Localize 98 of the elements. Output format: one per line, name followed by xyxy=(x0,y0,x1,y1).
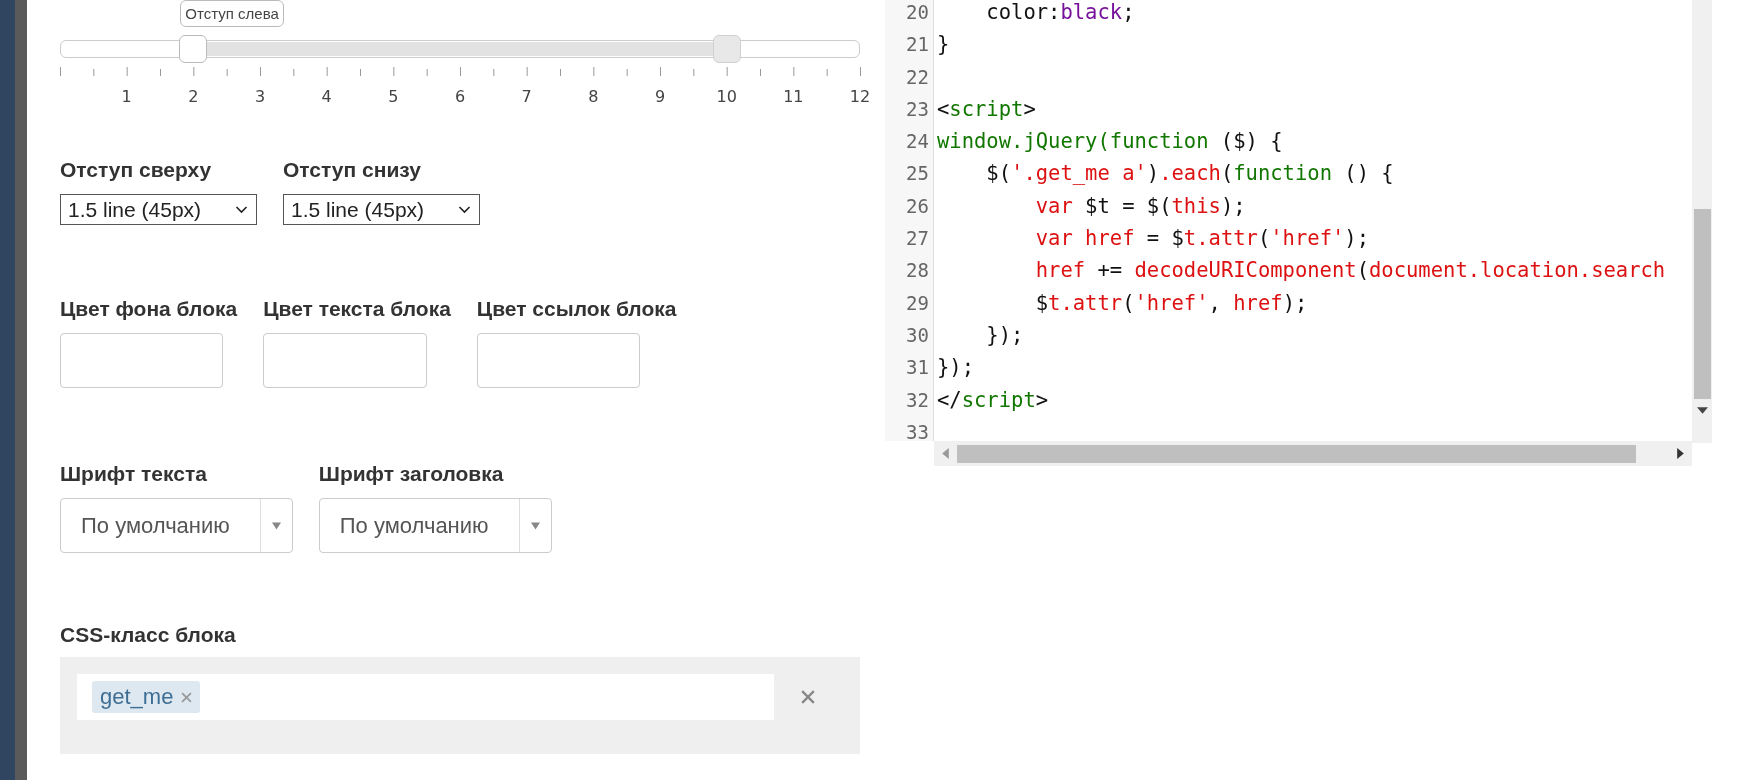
color-input-field[interactable] xyxy=(60,333,223,388)
tick-label: 4 xyxy=(321,87,332,106)
clear-icon[interactable] xyxy=(801,690,815,704)
tick-mark xyxy=(860,66,861,77)
tick-mark xyxy=(460,66,461,77)
code-line: $t.attr('href', href); xyxy=(1034,289,1309,317)
field-label: Цвет фона блока xyxy=(60,297,238,321)
tick-label: 2 xyxy=(188,87,199,106)
scrollbar-thumb[interactable] xyxy=(957,444,1636,463)
code-line: window.jQuery(function ($) { xyxy=(937,128,1284,156)
field-label: Отступ снизу xyxy=(283,158,422,182)
line-number: 23 xyxy=(905,96,930,122)
line-number: 33 xyxy=(905,419,930,441)
tick-mark xyxy=(93,68,95,77)
range-slider-track[interactable] xyxy=(60,34,860,64)
tick-label: 3 xyxy=(254,87,266,106)
tick-label: 9 xyxy=(654,87,666,106)
code-line: } xyxy=(937,31,951,59)
scroll-left-icon[interactable] xyxy=(942,448,949,459)
line-number: 32 xyxy=(905,387,930,413)
chevron-down-icon xyxy=(458,205,471,214)
tick-mark xyxy=(426,68,428,77)
code-line: }); xyxy=(985,321,1025,349)
tick-mark xyxy=(226,68,228,77)
tick-label: 5 xyxy=(388,87,399,106)
code-line: href += decodeURIComponent(document.location.search xyxy=(1034,257,1667,285)
font-select-dropdown[interactable]: По умолчанию xyxy=(318,498,552,553)
color-input-field[interactable] xyxy=(263,333,428,388)
code-line: var $t = $(this); xyxy=(1034,192,1247,220)
tick-mark xyxy=(693,68,695,77)
slider-handle[interactable] xyxy=(179,35,208,63)
tick-mark xyxy=(526,66,528,77)
line-number: 27 xyxy=(905,226,930,252)
tick-mark xyxy=(560,68,561,77)
code-line: </script> xyxy=(937,386,1050,414)
code-editor[interactable] xyxy=(885,0,1692,466)
code-line: }); xyxy=(937,354,976,382)
line-number: 31 xyxy=(905,355,930,381)
select-dropdown[interactable]: 1.5 line (45px) xyxy=(60,194,257,225)
tick-mark xyxy=(793,66,795,77)
line-number: 22 xyxy=(905,64,930,90)
chevron-down-icon xyxy=(235,205,248,214)
caret-down-icon xyxy=(271,521,281,530)
line-number: 30 xyxy=(905,322,930,348)
line-number: 20 xyxy=(905,0,930,25)
color-input-field[interactable] xyxy=(476,333,640,388)
tick-mark xyxy=(193,66,195,77)
tick-mark xyxy=(260,66,261,77)
close-icon[interactable] xyxy=(181,691,193,703)
vertical-scrollbar[interactable] xyxy=(1692,0,1712,443)
tick-label: 10 xyxy=(716,87,737,106)
tick-label: 1 xyxy=(121,87,132,106)
tick-mark xyxy=(726,66,728,77)
tick-label: 12 xyxy=(849,87,871,106)
field-label: Цвет ссылок блока xyxy=(476,297,677,321)
code-line: color:black; xyxy=(985,0,1136,26)
field-label: Отступ сверху xyxy=(60,158,213,182)
tag-input-field[interactable]: get_me xyxy=(77,674,774,720)
tick-mark xyxy=(126,66,128,77)
line-number: 24 xyxy=(905,129,930,155)
tag-chip[interactable]: get_me xyxy=(92,681,201,713)
tick-mark xyxy=(293,68,295,77)
tick-mark xyxy=(826,68,828,77)
line-number: 26 xyxy=(905,193,930,219)
tick-mark xyxy=(360,68,361,77)
tick-label: 6 xyxy=(454,87,466,106)
line-number: 29 xyxy=(905,290,930,316)
caret-down-icon xyxy=(530,521,540,530)
tick-mark xyxy=(493,68,495,77)
font-select-dropdown[interactable]: По умолчанию xyxy=(60,498,293,553)
code-line: $('.get_me a').each(function () { xyxy=(985,160,1395,188)
select-dropdown[interactable]: 1.5 line (45px) xyxy=(283,194,480,225)
line-number: 21 xyxy=(905,32,930,58)
tick-mark xyxy=(160,68,161,77)
line-number: 28 xyxy=(905,258,930,284)
horizontal-scrollbar[interactable] xyxy=(934,441,1692,466)
field-label: CSS-класс блока xyxy=(60,623,237,647)
tick-label: 8 xyxy=(588,87,599,106)
tick-label: 7 xyxy=(521,87,532,106)
code-line: <script> xyxy=(937,95,1037,123)
code-line: var href = $t.attr('href'); xyxy=(1034,225,1370,253)
slider-handle[interactable] xyxy=(712,35,741,63)
field-label: Шрифт заголовка xyxy=(318,462,505,486)
field-label: Шрифт текста xyxy=(60,462,208,486)
tick-mark xyxy=(660,66,661,77)
line-number: 25 xyxy=(905,161,930,187)
scrollbar-thumb[interactable] xyxy=(1693,209,1711,399)
tick-label: 11 xyxy=(783,87,804,106)
slider-tooltip: Отступ слева xyxy=(180,0,284,27)
tick-mark xyxy=(593,66,595,77)
field-label: Цвет текста блока xyxy=(263,297,451,321)
tick-mark xyxy=(760,68,761,77)
tick-mark xyxy=(326,66,328,77)
tick-mark xyxy=(626,68,628,77)
tick-mark xyxy=(60,66,61,77)
scroll-down-icon[interactable] xyxy=(1696,407,1708,414)
tick-mark xyxy=(393,66,395,77)
scroll-right-icon[interactable] xyxy=(1677,448,1684,459)
